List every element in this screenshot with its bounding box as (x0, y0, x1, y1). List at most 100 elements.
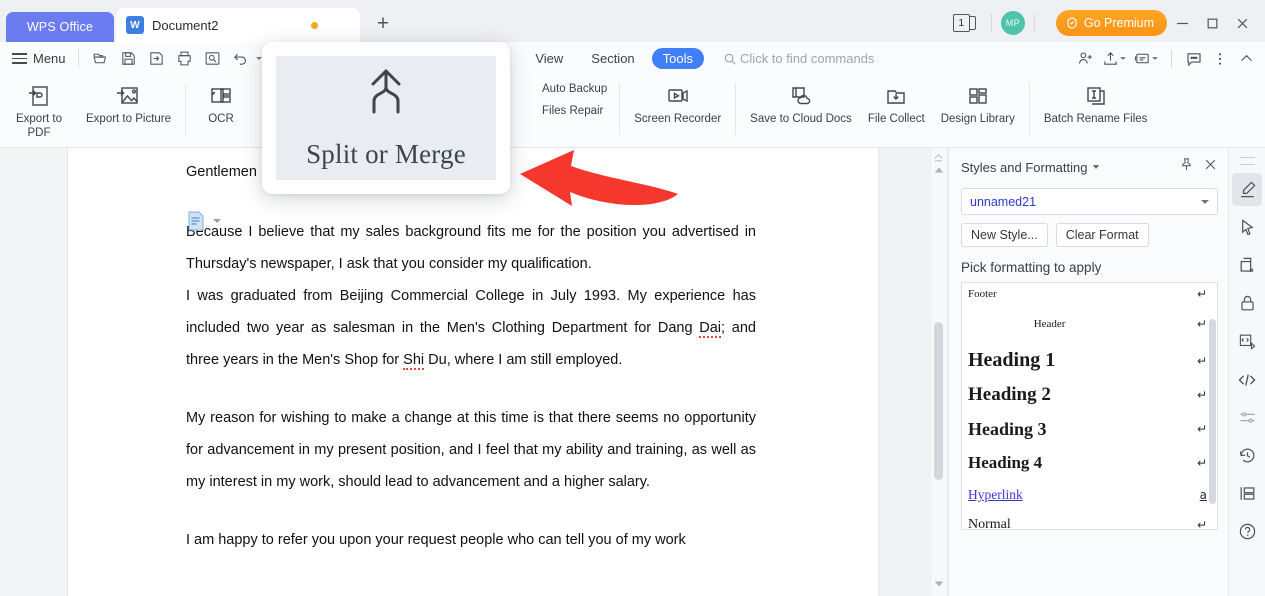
save-to-cloud-docs-button[interactable]: Save to Cloud Docs (742, 75, 860, 126)
menu-bar-right (1072, 46, 1265, 72)
chevron-down-icon[interactable] (1201, 200, 1209, 204)
auto-backup-label[interactable]: Auto Backup (542, 83, 607, 95)
paragraph-mark-icon: ↵ (1197, 518, 1207, 530)
divider (1034, 14, 1035, 32)
document-page[interactable]: Gentlemen Because I believe that my sale… (68, 148, 878, 596)
export-picture-icon (116, 81, 142, 111)
undo-icon[interactable] (227, 46, 255, 72)
share-icon[interactable] (1098, 46, 1130, 72)
style-item-footer[interactable]: Footer ↵ (962, 283, 1217, 304)
search-icon (723, 52, 737, 66)
style-item-heading-2[interactable]: Heading 2 ↵ (962, 378, 1217, 412)
paragraph-mark-icon: ↵ (1197, 354, 1207, 368)
tab-tools[interactable]: Tools (652, 48, 704, 69)
print-icon[interactable] (171, 46, 199, 72)
file-collect-button[interactable]: File Collect (860, 75, 933, 126)
close-icon[interactable] (1203, 157, 1218, 177)
history-icon[interactable] (1232, 439, 1262, 472)
save-icon[interactable] (115, 46, 143, 72)
style-item-normal[interactable]: Normal ↵ (962, 510, 1217, 530)
ocr-button[interactable]: OCR (192, 75, 250, 126)
new-style-button[interactable]: New Style... (961, 223, 1048, 247)
document-paragraph-3: My reason for wishing to make a change a… (186, 402, 756, 498)
design-library-button[interactable]: Design Library (933, 75, 1023, 126)
open-icon[interactable] (87, 46, 115, 72)
files-repair-label[interactable]: Files Repair (542, 105, 607, 117)
select-cursor-icon[interactable] (1232, 211, 1262, 244)
style-item-hyperlink[interactable]: Hyperlink a (962, 480, 1217, 510)
divider (1029, 83, 1030, 135)
document-tab[interactable]: W Document2 (116, 8, 360, 42)
vertical-scrollbar[interactable] (930, 148, 946, 596)
chevron-down-icon[interactable] (1093, 165, 1099, 169)
help-icon[interactable] (1232, 515, 1262, 548)
style-item-heading-4[interactable]: Heading 4 ↵ (962, 446, 1217, 480)
current-style-select[interactable]: unnamed21 (961, 188, 1218, 215)
left-gutter (0, 148, 68, 596)
batch-rename-files-button[interactable]: Batch Rename Files (1036, 75, 1156, 126)
sliders-icon[interactable] (1232, 401, 1262, 434)
cloud-save-icon (788, 81, 813, 111)
rail-grip (1240, 157, 1255, 158)
collapse-ribbon-icon[interactable] (1233, 46, 1259, 72)
style-item-header[interactable]: Header ↵ (962, 304, 1217, 343)
page-count-indicator[interactable]: 1 (953, 14, 976, 32)
menu-bar: Menu References ences Review View Sectio… (0, 42, 1265, 75)
export-to-pdf-button[interactable]: Export to PDF (0, 75, 78, 140)
save-as-icon[interactable] (143, 46, 171, 72)
highlight-pen-icon[interactable] (1232, 173, 1262, 206)
edit-code-icon[interactable] (1232, 325, 1262, 358)
code-brackets-icon[interactable] (1232, 363, 1262, 396)
style-name: Heading 2 (968, 384, 1051, 406)
close-button[interactable] (1227, 9, 1257, 37)
tooltip-content: Split or Merge (276, 56, 496, 180)
divider (185, 83, 186, 135)
chevron-down-icon[interactable] (213, 219, 221, 223)
pin-icon[interactable] (1179, 157, 1194, 177)
panel-title: Styles and Formatting (961, 160, 1087, 175)
style-item-heading-3[interactable]: Heading 3 ↵ (962, 412, 1217, 446)
menu-button[interactable]: Menu (12, 50, 66, 67)
document-paragraph-1: Because I believe that my sales backgrou… (186, 216, 756, 280)
tab-view[interactable]: View (524, 48, 574, 69)
document-text[interactable]: Gentlemen Because I believe that my sale… (186, 156, 756, 556)
export-to-picture-button[interactable]: Export to Picture (78, 75, 179, 126)
paste-options-icon[interactable] (186, 210, 221, 232)
wps-office-badge[interactable]: WPS Office (6, 12, 114, 42)
clear-format-button[interactable]: Clear Format (1056, 223, 1149, 247)
maximize-button[interactable] (1197, 9, 1227, 37)
layout-icon[interactable] (1232, 477, 1262, 510)
crown-badge-icon (1065, 16, 1079, 30)
minimize-button[interactable] (1167, 9, 1197, 37)
scroll-top-icon[interactable] (933, 150, 944, 168)
tab-section[interactable]: Section (580, 48, 645, 69)
more-options-icon[interactable] (1207, 46, 1233, 72)
scroll-down-button[interactable] (934, 580, 944, 590)
style-name: Normal (968, 517, 1011, 530)
rail-grip (1240, 164, 1255, 165)
search-commands-box[interactable]: Click to find commands (723, 51, 874, 66)
avatar[interactable]: MP (1001, 11, 1025, 35)
new-tab-button[interactable]: + (368, 9, 398, 39)
add-collaborator-icon[interactable] (1072, 46, 1098, 72)
design-library-label: Design Library (941, 112, 1015, 126)
comment-add-icon[interactable] (1130, 46, 1162, 72)
style-item-heading-1[interactable]: Heading 1 ↵ (962, 343, 1217, 378)
style-action-buttons: New Style... Clear Format (961, 223, 1218, 247)
style-list[interactable]: Footer ↵ Header ↵ Heading 1 ↵ Heading 2 … (961, 282, 1218, 530)
file-collect-label: File Collect (868, 112, 925, 126)
menu-button-label: Menu (33, 51, 66, 66)
scrollbar-thumb[interactable] (934, 322, 943, 480)
chat-icon[interactable] (1181, 46, 1207, 72)
misspelled-word-shi: Shi (403, 352, 424, 370)
split-or-merge-tooltip[interactable]: Split or Merge (262, 42, 510, 194)
print-preview-icon[interactable] (199, 46, 227, 72)
go-premium-label: Go Premium (1084, 16, 1154, 30)
go-premium-button[interactable]: Go Premium (1056, 10, 1167, 36)
clear-page-icon[interactable] (1232, 249, 1262, 282)
style-list-scrollbar-thumb[interactable] (1209, 319, 1216, 504)
ribbon-toolbar: Export to PDF Export to Picture OCR Pict… (0, 75, 1265, 148)
lock-icon[interactable] (1232, 287, 1262, 320)
styles-and-formatting-panel: Styles and Formatting unnamed21 New Styl… (948, 148, 1228, 596)
screen-recorder-button[interactable]: Screen Recorder (626, 75, 729, 126)
